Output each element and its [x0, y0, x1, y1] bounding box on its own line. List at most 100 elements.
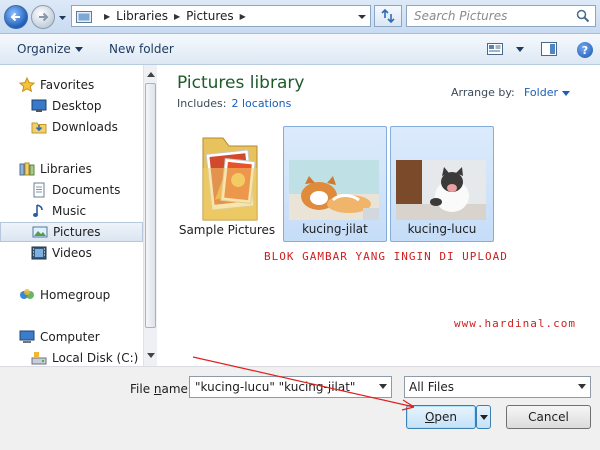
file-name-label-accesskey: n: [153, 382, 162, 396]
nav-libraries[interactable]: Libraries: [0, 159, 143, 179]
file-type-select[interactable]: All Files: [404, 376, 591, 398]
file-name-input[interactable]: [190, 380, 370, 394]
file-name-label-part: ame:: [161, 382, 192, 396]
navigation-pane: Favorites Desktop Downloads Libraries Do…: [0, 65, 143, 366]
nav-local-disk[interactable]: Local Disk (C:): [0, 348, 143, 366]
breadcrumb-separator-icon[interactable]: ▶: [240, 12, 246, 21]
back-arrow-icon: [10, 12, 20, 22]
search-icon[interactable]: [576, 9, 590, 23]
search-input[interactable]: [407, 9, 576, 23]
scroll-up-icon[interactable]: [147, 72, 155, 77]
open-label: pen: [434, 410, 458, 424]
arrange-by-value: Folder: [524, 86, 558, 99]
pictures-icon: [32, 226, 48, 238]
annotation-text: BLOK GAMBAR YANG INGIN DI UPLOAD: [264, 250, 508, 263]
organize-label: Organize: [17, 42, 71, 56]
nav-downloads[interactable]: Downloads: [0, 117, 143, 137]
refresh-icon: [381, 9, 395, 23]
nav-label: Pictures: [53, 225, 101, 239]
file-item-kucing-lucu[interactable]: kucing-lucu: [390, 126, 494, 242]
breadcrumb-pictures[interactable]: Pictures: [186, 9, 234, 23]
videos-icon: [31, 246, 47, 260]
scrollbar-thumb[interactable]: [145, 83, 156, 328]
dialog-footer: File name: All Files Open Cancel: [0, 366, 600, 450]
file-name-label: File name:: [130, 382, 192, 396]
address-row: ▶ Libraries ▶ Pictures ▶: [0, 0, 600, 34]
forward-arrow-icon: [39, 12, 49, 22]
nav-label: Music: [52, 204, 87, 218]
forward-button[interactable]: [31, 5, 55, 29]
nav-scrollbar[interactable]: [143, 65, 157, 366]
breadcrumb-libraries[interactable]: Libraries: [116, 9, 168, 23]
arrange-by-label: Arrange by:: [451, 86, 515, 99]
arrange-by-dropdown[interactable]: Folder: [524, 86, 570, 99]
file-type-value: All Files: [409, 380, 455, 394]
nav-music[interactable]: Music: [0, 201, 143, 221]
open-button[interactable]: Open: [406, 405, 476, 429]
recent-pages-dropdown[interactable]: [58, 13, 67, 22]
search-box[interactable]: [406, 5, 596, 27]
command-bar: Organize New folder ?: [0, 34, 600, 65]
cat-photo-icon: [289, 160, 379, 220]
nav-documents[interactable]: Documents: [0, 180, 143, 200]
chevron-down-icon: [74, 47, 83, 52]
file-item-sample-pictures[interactable]: Sample Pictures: [177, 126, 277, 242]
music-note-icon: [33, 204, 43, 217]
file-item-label: kucing-jilat: [302, 222, 368, 236]
content-area: Pictures library Includes: 2 locations Ar…: [157, 65, 600, 366]
back-button[interactable]: [4, 5, 28, 29]
nav-computer[interactable]: Computer: [0, 327, 143, 347]
help-icon[interactable]: ?: [577, 42, 593, 58]
library-title: Pictures library: [177, 73, 305, 93]
organize-button[interactable]: Organize: [17, 42, 83, 56]
preview-pane-icon[interactable]: [541, 42, 557, 56]
local-disk-icon: [31, 352, 47, 365]
file-name-combobox[interactable]: [189, 376, 392, 398]
nav-label: Desktop: [52, 99, 102, 113]
new-folder-button[interactable]: New folder: [109, 42, 174, 56]
nav-label: Homegroup: [40, 288, 111, 302]
nav-label: Documents: [52, 183, 121, 197]
cancel-button[interactable]: Cancel: [506, 405, 591, 429]
downloads-folder-icon: [31, 122, 47, 134]
cat-photo-icon: [396, 160, 486, 220]
nav-label: Computer: [40, 330, 100, 344]
libraries-icon: [19, 162, 35, 176]
nav-videos[interactable]: Videos: [0, 243, 143, 263]
breadcrumb-separator-icon[interactable]: ▶: [174, 12, 180, 21]
change-view-icon[interactable]: [487, 43, 503, 55]
nav-label: Favorites: [40, 78, 95, 92]
nav-label: Libraries: [40, 162, 92, 176]
file-item-label: kucing-lucu: [407, 222, 477, 236]
open-options-dropdown[interactable]: [476, 405, 491, 429]
folder-icon: [202, 137, 258, 221]
includes-label: Includes:: [177, 97, 227, 110]
chevron-down-icon: [479, 414, 488, 420]
nav-pictures[interactable]: Pictures: [0, 222, 143, 242]
homegroup-icon: [20, 289, 34, 299]
nav-homegroup[interactable]: Homegroup: [0, 285, 143, 305]
open-accesskey: O: [424, 410, 435, 424]
computer-icon: [19, 330, 35, 343]
address-history-dropdown[interactable]: [358, 13, 366, 21]
chevron-down-icon[interactable]: [379, 384, 387, 389]
chevron-down-icon: [578, 384, 586, 389]
refresh-button[interactable]: [374, 5, 402, 27]
nav-favorites[interactable]: Favorites: [0, 75, 143, 95]
address-box[interactable]: ▶ Libraries ▶ Pictures ▶: [71, 5, 371, 27]
nav-label: Local Disk (C:): [52, 351, 139, 365]
documents-icon: [33, 182, 45, 198]
locations-link[interactable]: 2 locations: [231, 97, 291, 110]
watermark-text: www.hardinal.com: [454, 317, 576, 330]
file-item-label: Sample Pictures: [178, 223, 276, 237]
includes-line: Includes: 2 locations: [177, 97, 291, 110]
scroll-down-icon[interactable]: [147, 353, 155, 358]
view-options-dropdown[interactable]: [516, 47, 524, 52]
nav-label: Videos: [52, 246, 92, 260]
star-icon: [19, 77, 35, 93]
file-item-kucing-jilat[interactable]: kucing-jilat: [283, 126, 387, 242]
breadcrumb-separator-icon: ▶: [104, 11, 111, 21]
nav-label: Downloads: [52, 120, 118, 134]
desktop-icon: [31, 99, 47, 112]
nav-desktop[interactable]: Desktop: [0, 96, 143, 116]
